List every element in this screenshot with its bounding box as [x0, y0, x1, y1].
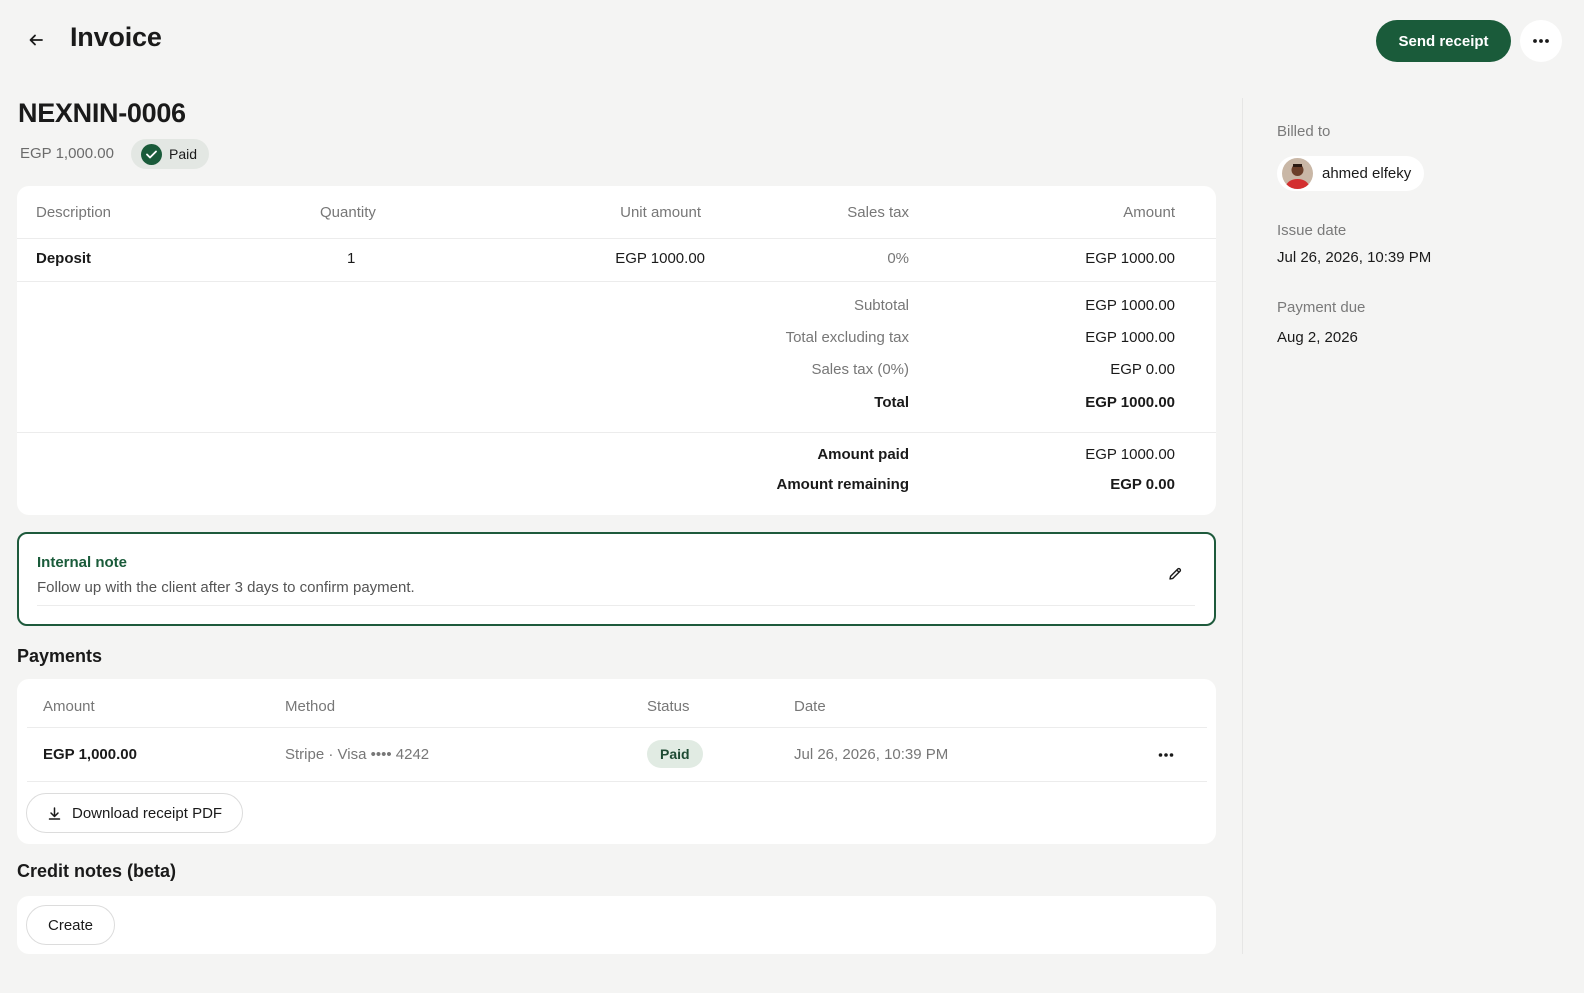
column-header-quantity: Quantity — [320, 204, 376, 221]
column-header-status: Status — [647, 698, 690, 715]
sales-tax-value: EGP 0.00 — [1110, 361, 1175, 378]
internal-note-title: Internal note — [37, 554, 128, 571]
divider — [37, 605, 1195, 606]
payment-status-badge: Paid — [647, 740, 703, 768]
divider — [17, 432, 1216, 433]
table-row: EGP 1,000.00 Stripe · Visa •••• 4242 Pai… — [17, 728, 1216, 781]
download-receipt-pdf-label: Download receipt PDF — [72, 804, 223, 822]
billed-to-chip[interactable]: ahmed elfeky — [1277, 156, 1425, 191]
payment-due-value: Aug 2, 2026 — [1277, 329, 1358, 346]
issue-date-label: Issue date — [1277, 222, 1347, 239]
line-items-card: Description Quantity Unit amount Sales t… — [17, 186, 1216, 515]
sidebar-divider — [1242, 98, 1243, 954]
payment-due-label: Payment due — [1277, 299, 1366, 316]
create-credit-note-button[interactable]: Create — [26, 905, 116, 945]
subtotal-value: EGP 1000.00 — [1085, 297, 1175, 314]
total-value: EGP 1000.00 — [1085, 394, 1175, 411]
back-arrow-icon[interactable] — [22, 26, 50, 54]
page-header: Invoice Send receipt — [0, 0, 1584, 80]
column-header-amount: Amount — [1123, 204, 1175, 221]
internal-note-card: Internal note Follow up with the client … — [17, 532, 1216, 626]
amount-paid-value: EGP 1000.00 — [1085, 446, 1175, 463]
more-horizontal-icon — [1158, 753, 1174, 757]
invoice-amount: EGP 1,000.00 — [20, 145, 114, 162]
item-amount: EGP 1000.00 — [1085, 250, 1175, 267]
page-title: Invoice — [70, 22, 162, 52]
check-circle-icon — [141, 143, 162, 165]
payments-section-title: Payments — [17, 646, 103, 666]
item-unit-amount: EGP 1000.00 — [615, 250, 705, 267]
payment-amount: EGP 1,000.00 — [43, 746, 137, 763]
billed-to-label: Billed to — [1277, 123, 1331, 140]
divider — [27, 781, 1207, 782]
more-options-button[interactable] — [1520, 20, 1562, 62]
subtotal-label: Subtotal — [853, 297, 909, 314]
amount-remaining-label: Amount remaining — [776, 476, 909, 493]
avatar — [1282, 158, 1313, 189]
credit-notes-section-title: Credit notes (beta) — [17, 861, 177, 881]
payments-card: Amount Method Status Date EGP 1,000.00 S… — [17, 679, 1216, 844]
total-excluding-tax-label: Total excluding tax — [785, 329, 909, 346]
total-excluding-tax-value: EGP 1000.00 — [1085, 329, 1175, 346]
column-header-date: Date — [794, 698, 826, 715]
status-badge-label: Paid — [169, 146, 198, 162]
column-header-unit-amount: Unit amount — [620, 204, 701, 221]
billed-to-name: ahmed elfeky — [1322, 165, 1412, 182]
status-badge: Paid — [131, 139, 210, 169]
column-header-description: Description — [36, 204, 112, 221]
item-description: Deposit — [36, 250, 92, 267]
column-header-sales-tax: Sales tax — [847, 204, 909, 221]
invoice-page: Invoice Send receipt NEXNIN-0006 EGP 1,0… — [0, 0, 1584, 993]
pencil-icon[interactable] — [1163, 562, 1187, 586]
table-row: Deposit 1 EGP 1000.00 0% EGP 1000.00 — [17, 239, 1216, 281]
payment-date: Jul 26, 2026, 10:39 PM — [794, 746, 949, 763]
sales-tax-label: Sales tax (0%) — [811, 361, 909, 378]
column-header-payment-amount: Amount — [43, 698, 95, 715]
more-horizontal-icon — [1533, 39, 1549, 43]
divider — [17, 281, 1216, 282]
payment-more-options-button[interactable] — [1153, 742, 1179, 768]
amount-paid-label: Amount paid — [817, 446, 909, 463]
total-label: Total — [874, 394, 909, 411]
issue-date-value: Jul 26, 2026, 10:39 PM — [1277, 249, 1432, 266]
invoice-number: NEXNIN-0006 — [18, 98, 186, 128]
credit-notes-card: Create — [17, 896, 1216, 954]
internal-note-text: Follow up with the client after 3 days t… — [37, 579, 415, 596]
download-icon — [48, 806, 61, 820]
amount-remaining-value: EGP 0.00 — [1110, 476, 1175, 493]
item-sales-tax: 0% — [887, 250, 909, 267]
send-receipt-button[interactable]: Send receipt — [1376, 20, 1511, 62]
payment-method: Stripe · Visa •••• 4242 — [285, 746, 430, 763]
download-receipt-pdf-button[interactable]: Download receipt PDF — [26, 793, 244, 833]
item-quantity: 1 — [347, 250, 356, 267]
column-header-method: Method — [285, 698, 336, 715]
